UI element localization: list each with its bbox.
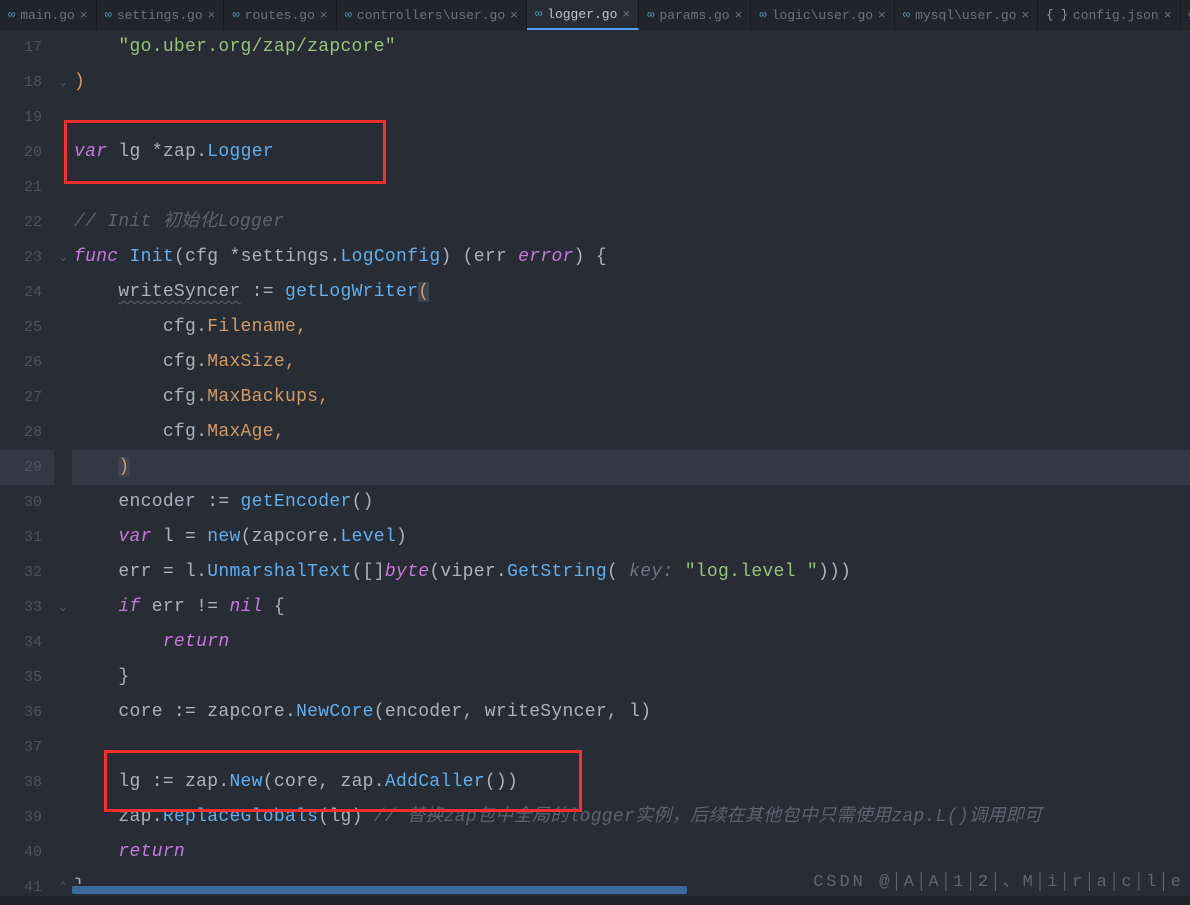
code-line: core := zapcore.NewCore(encoder, writeSy… bbox=[72, 695, 1190, 730]
line-number: 17 bbox=[0, 30, 54, 65]
tab-main-go[interactable]: ∞ main.go × bbox=[0, 0, 97, 30]
tab-logger-go[interactable]: ∞ logger.go × bbox=[527, 0, 639, 30]
line-number: 30 bbox=[0, 485, 54, 520]
line-number: 26 bbox=[0, 345, 54, 380]
code-line bbox=[72, 730, 1190, 765]
code-line: ) bbox=[72, 65, 1190, 100]
close-icon[interactable]: × bbox=[208, 8, 216, 23]
code-line: ) bbox=[72, 450, 1190, 485]
code-line: cfg.Filename, bbox=[72, 310, 1190, 345]
line-number: 39 bbox=[0, 800, 54, 835]
code-line: if err != nil { bbox=[72, 590, 1190, 625]
line-number: 28 bbox=[0, 415, 54, 450]
tab-label: main.go bbox=[20, 8, 75, 23]
fold-marker[interactable]: ⌃ bbox=[54, 870, 72, 905]
json-icon: { } bbox=[1046, 8, 1068, 22]
close-icon[interactable]: × bbox=[320, 8, 328, 23]
code-line bbox=[72, 170, 1190, 205]
tab-label: params.go bbox=[659, 8, 729, 23]
code-line: cfg.MaxBackups, bbox=[72, 380, 1190, 415]
go-icon: ∞ bbox=[345, 8, 352, 22]
line-number: 20 bbox=[0, 135, 54, 170]
editor-tabs: ∞ main.go × ∞ settings.go × ∞ routes.go … bbox=[0, 0, 1190, 30]
code-line: var lg *zap.Logger bbox=[72, 135, 1190, 170]
line-number-gutter: 17 18 19 20 21 22 23 24 25 26 27 28 29 3… bbox=[0, 30, 54, 896]
tab-controllers-user-go[interactable]: ∞ controllers\user.go × bbox=[337, 0, 527, 30]
go-icon: ∞ bbox=[232, 8, 239, 22]
line-number: 31 bbox=[0, 520, 54, 555]
tab-logic-user-go[interactable]: ∞ logic\user.go × bbox=[751, 0, 894, 30]
tab-label: logic\user.go bbox=[772, 8, 873, 23]
line-number: 41 bbox=[0, 870, 54, 905]
code-line: var l = new(zapcore.Level) bbox=[72, 520, 1190, 555]
line-number: 23 bbox=[0, 240, 54, 275]
code-line: err = l.UnmarshalText([]byte(viper.GetSt… bbox=[72, 555, 1190, 590]
go-icon: ∞ bbox=[903, 8, 910, 22]
tab-label: config.json bbox=[1073, 8, 1159, 23]
code-line: cfg.MaxAge, bbox=[72, 415, 1190, 450]
line-number: 40 bbox=[0, 835, 54, 870]
code-line: } bbox=[72, 660, 1190, 695]
line-number: 29 bbox=[0, 450, 54, 485]
code-line: return bbox=[72, 625, 1190, 660]
tab-settings-go[interactable]: ∞ settings.go × bbox=[97, 0, 225, 30]
line-number: 32 bbox=[0, 555, 54, 590]
go-icon: ∞ bbox=[105, 8, 112, 22]
go-icon: ∞ bbox=[535, 7, 542, 21]
tab-config-json[interactable]: { } config.json × bbox=[1038, 0, 1180, 30]
tab-label: routes.go bbox=[245, 8, 315, 23]
line-number: 36 bbox=[0, 695, 54, 730]
code-line: zap.ReplaceGlobals(lg) // 替换zap包中全局的logg… bbox=[72, 800, 1190, 835]
code-line: writeSyncer := getLogWriter( bbox=[72, 275, 1190, 310]
code-line: // Init 初始化Logger bbox=[72, 205, 1190, 240]
line-number: 22 bbox=[0, 205, 54, 240]
go-icon: ∞ bbox=[759, 8, 766, 22]
close-icon[interactable]: × bbox=[80, 8, 88, 23]
tab-label: settings.go bbox=[117, 8, 203, 23]
code-area[interactable]: "go.uber.org/zap/zapcore" ) var lg *zap.… bbox=[72, 30, 1190, 896]
tab-label: mysql\user.go bbox=[915, 8, 1016, 23]
close-icon[interactable]: × bbox=[1021, 8, 1029, 23]
tab-params-go[interactable]: ∞ params.go × bbox=[639, 0, 751, 30]
close-icon[interactable]: × bbox=[510, 8, 518, 23]
code-line: func Init(cfg *settings.LogConfig) (err … bbox=[72, 240, 1190, 275]
code-line: lg := zap.New(core, zap.AddCaller()) bbox=[72, 765, 1190, 800]
code-line: "go.uber.org/zap/zapcore" bbox=[72, 30, 1190, 65]
line-number: 18 bbox=[0, 65, 54, 100]
line-number: 21 bbox=[0, 170, 54, 205]
tab-mysql-user-go[interactable]: ∞ mysql\user.go × bbox=[895, 0, 1038, 30]
close-icon[interactable]: × bbox=[1164, 8, 1172, 23]
fold-marker[interactable]: ⌄ bbox=[54, 65, 72, 100]
horizontal-scrollbar[interactable] bbox=[72, 884, 1190, 896]
line-number: 25 bbox=[0, 310, 54, 345]
go-icon: ∞ bbox=[647, 8, 654, 22]
fold-column: ⌄ ⌄ ⌄ ⌃ bbox=[54, 30, 72, 896]
tab-label: controllers\user.go bbox=[357, 8, 505, 23]
fold-marker[interactable]: ⌄ bbox=[54, 240, 72, 275]
tab-routes-go[interactable]: ∞ routes.go × bbox=[224, 0, 336, 30]
line-number: 33 bbox=[0, 590, 54, 625]
scrollbar-thumb[interactable] bbox=[72, 886, 687, 894]
close-icon[interactable]: × bbox=[735, 8, 743, 23]
line-number: 27 bbox=[0, 380, 54, 415]
go-icon: ∞ bbox=[8, 8, 15, 22]
tab-label: logger.go bbox=[547, 7, 617, 22]
code-line bbox=[72, 100, 1190, 135]
line-number: 37 bbox=[0, 730, 54, 765]
close-icon[interactable]: × bbox=[878, 8, 886, 23]
code-line: return bbox=[72, 835, 1190, 870]
code-line: cfg.MaxSize, bbox=[72, 345, 1190, 380]
line-number: 19 bbox=[0, 100, 54, 135]
code-line: encoder := getEncoder() bbox=[72, 485, 1190, 520]
line-number: 24 bbox=[0, 275, 54, 310]
code-editor[interactable]: 17 18 19 20 21 22 23 24 25 26 27 28 29 3… bbox=[0, 30, 1190, 896]
line-number: 35 bbox=[0, 660, 54, 695]
line-number: 38 bbox=[0, 765, 54, 800]
fold-marker[interactable]: ⌄ bbox=[54, 590, 72, 625]
line-number: 34 bbox=[0, 625, 54, 660]
tab-sno[interactable]: ∞ sno bbox=[1181, 0, 1190, 30]
close-icon[interactable]: × bbox=[622, 7, 630, 22]
